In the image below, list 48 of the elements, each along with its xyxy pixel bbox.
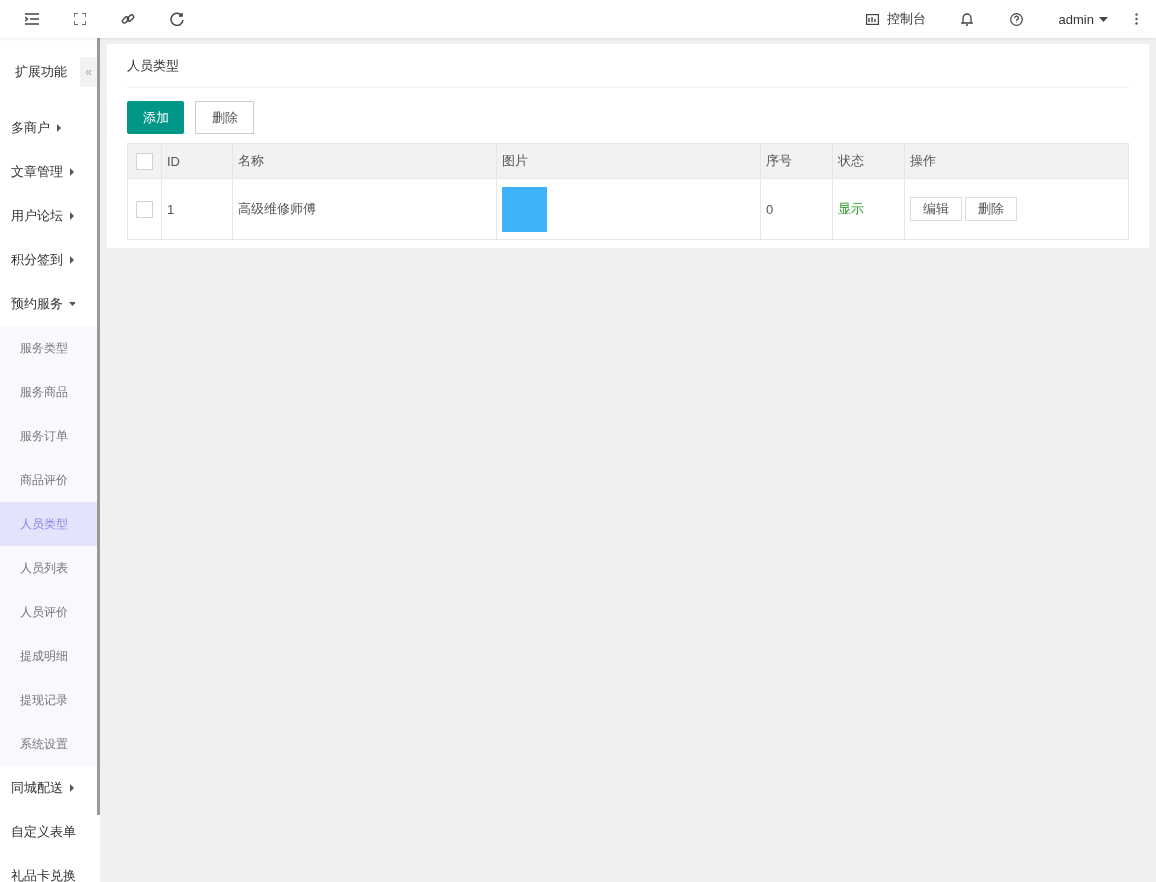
refresh-icon[interactable] — [170, 12, 184, 26]
delete-button[interactable]: 删除 — [195, 101, 254, 134]
sidebar-item[interactable]: 人员评价 — [0, 590, 97, 634]
more-icon[interactable] — [1135, 13, 1138, 25]
scrollbar[interactable] — [97, 38, 100, 815]
link-icon[interactable] — [121, 12, 135, 26]
console-link[interactable]: 控制台 — [865, 10, 926, 28]
page-title: 人员类型 — [127, 44, 1129, 88]
column-header: 状态 — [832, 143, 905, 179]
status-text: 显示 — [832, 178, 905, 240]
column-header: ID — [161, 143, 233, 179]
user-menu[interactable]: admin — [1058, 11, 1108, 27]
sidebar-item[interactable]: 服务订单 — [0, 414, 97, 458]
column-header: 序号 — [760, 143, 833, 179]
sidebar-group[interactable]: 多商户 — [0, 106, 97, 150]
fullscreen-icon[interactable] — [74, 13, 86, 25]
sidebar-group[interactable]: 礼品卡兑换 — [0, 854, 97, 882]
menu-icon[interactable] — [25, 13, 39, 25]
help-icon[interactable] — [1009, 12, 1023, 26]
sidebar-title: 扩展功能 — [14, 63, 67, 81]
column-header: 图片 — [496, 143, 761, 179]
table-cell: 1 — [161, 178, 233, 240]
image-placeholder — [502, 186, 547, 232]
sidebar-item[interactable]: 提成明细 — [0, 634, 97, 678]
action-button[interactable]: 删除 — [965, 197, 1017, 221]
row-checkbox[interactable] — [136, 200, 153, 218]
sidebar-item[interactable]: 人员列表 — [0, 546, 97, 590]
select-all-checkbox[interactable] — [136, 152, 153, 170]
sidebar-item[interactable]: 提现记录 — [0, 678, 97, 722]
sidebar-group[interactable]: 用户论坛 — [0, 194, 97, 238]
table-cell: 高级维修师傅 — [232, 178, 497, 240]
action-button[interactable]: 编辑 — [910, 197, 962, 221]
column-header: 操作 — [904, 143, 1129, 179]
sidebar-group[interactable]: 积分签到 — [0, 238, 97, 282]
caret-icon — [1099, 16, 1108, 22]
sidebar-group[interactable]: 文章管理 — [0, 150, 97, 194]
table-cell: 0 — [760, 178, 833, 240]
dashboard-icon — [865, 13, 879, 25]
add-button[interactable]: 添加 — [127, 101, 184, 134]
bell-icon[interactable] — [960, 12, 973, 26]
sidebar-group[interactable]: 同城配送 — [0, 766, 97, 810]
sidebar-item[interactable]: 服务类型 — [0, 326, 97, 370]
sidebar-item[interactable]: 商品评价 — [0, 458, 97, 502]
sidebar-item[interactable]: 服务商品 — [0, 370, 97, 414]
sidebar-group[interactable]: 预约服务 — [0, 282, 97, 326]
sidebar-group[interactable]: 自定义表单 — [0, 810, 97, 854]
sidebar-item[interactable]: 系统设置 — [0, 722, 97, 766]
column-header: 名称 — [232, 143, 497, 179]
